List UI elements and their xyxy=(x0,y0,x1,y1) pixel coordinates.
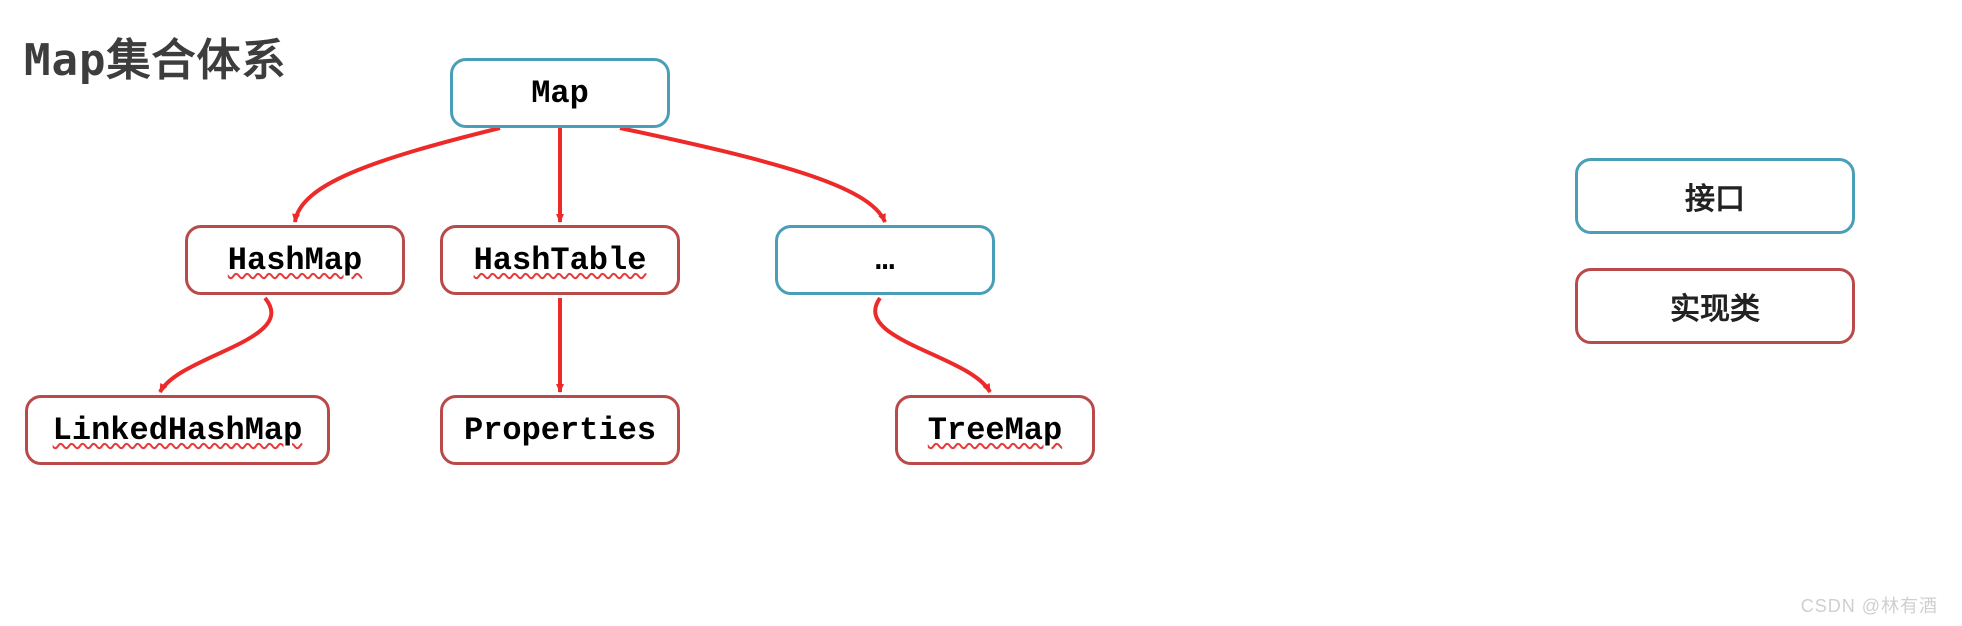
arrow-map-to-dots xyxy=(620,128,885,222)
arrow-dots-to-treemap xyxy=(875,298,990,392)
legend-impl-label: 实现类 xyxy=(1670,284,1760,328)
arrow-hashmap-to-linked xyxy=(160,298,271,392)
node-linkedhashmap: LinkedHashMap xyxy=(25,395,330,465)
node-hashtable-label: HashTable xyxy=(474,242,647,279)
node-dots: … xyxy=(775,225,995,295)
node-hashmap: HashMap xyxy=(185,225,405,295)
legend-impl: 实现类 xyxy=(1575,268,1855,344)
node-treemap-label: TreeMap xyxy=(928,412,1062,449)
watermark: CSDN @林有酒 xyxy=(1801,592,1938,618)
node-dots-label: … xyxy=(875,242,894,279)
legend-interface-label: 接口 xyxy=(1685,174,1745,218)
legend-interface: 接口 xyxy=(1575,158,1855,234)
node-properties: Properties xyxy=(440,395,680,465)
diagram-title: Map集合体系 xyxy=(24,24,286,88)
arrow-map-to-hashmap xyxy=(295,128,500,222)
node-treemap: TreeMap xyxy=(895,395,1095,465)
node-map-label: Map xyxy=(531,75,589,112)
node-properties-label: Properties xyxy=(464,412,656,449)
node-linkedhashmap-label: LinkedHashMap xyxy=(53,412,303,449)
node-hashtable: HashTable xyxy=(440,225,680,295)
node-hashmap-label: HashMap xyxy=(228,242,362,279)
node-map: Map xyxy=(450,58,670,128)
